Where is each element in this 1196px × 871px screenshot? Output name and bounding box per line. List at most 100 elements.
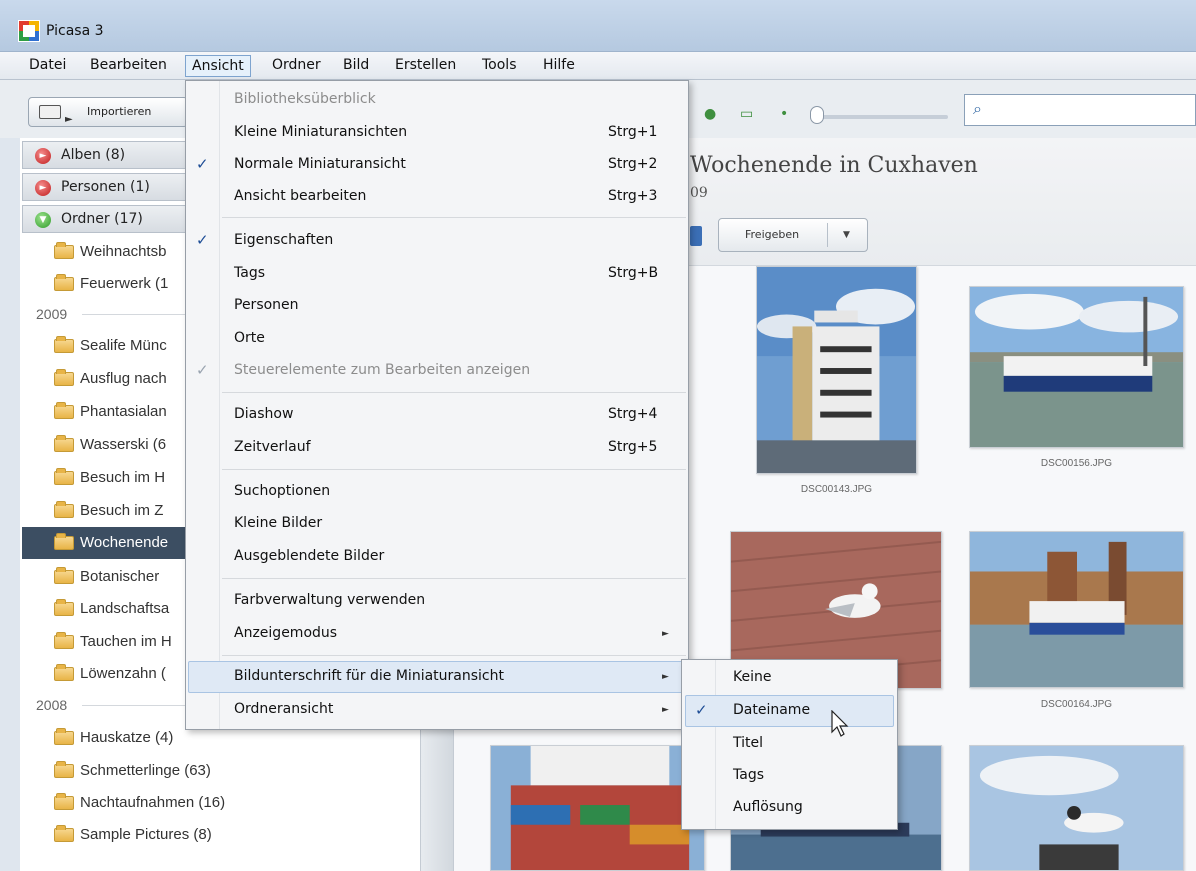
import-button[interactable]: ► Importieren [28, 97, 188, 127]
folder-icon [54, 533, 74, 550]
menu-item-thumbnail-caption[interactable]: Bildunterschrift für die Miniaturansicht [234, 668, 504, 684]
menu-item-small-pictures[interactable]: Kleine Bilder [234, 515, 322, 531]
folder-icon [54, 242, 74, 259]
caption-submenu: Keine ✓ Dateiname Titel Tags Auflösung [681, 659, 898, 830]
section-label: Ordner (17) [61, 211, 143, 227]
magnifier-icon: ⌕ [973, 99, 982, 118]
photo-caption: DSC00156.JPG [1040, 458, 1113, 469]
view-tool-icons: ● ▭ • [696, 106, 816, 128]
photo-thumbnail[interactable] [490, 745, 705, 871]
share-button[interactable]: Freigeben ▼ [718, 218, 868, 252]
play-arrow-icon: ► [65, 114, 73, 125]
menu-item-hidden-pictures[interactable]: Ausgeblendete Bilder [234, 548, 384, 564]
menu-item-properties[interactable]: Eigenschaften [234, 232, 333, 248]
folder-icon [54, 728, 74, 745]
menu-item-library-overview: Bibliotheksüberblick [234, 91, 376, 107]
submenu-arrow-icon: ► [662, 705, 669, 715]
menu-item-color-management[interactable]: Farbverwaltung verwenden [234, 592, 425, 608]
photo-thumbnail[interactable] [756, 266, 917, 474]
mouse-pointer-icon [831, 710, 849, 737]
album-title: Wochenende in Cuxhaven [690, 153, 978, 178]
folder-icon [54, 567, 74, 584]
folder-icon [54, 599, 74, 616]
screen-icon[interactable]: ▭ [740, 106, 753, 122]
folder-icon [54, 336, 74, 353]
window-title: Picasa 3 [46, 23, 104, 39]
menu-item-display-mode[interactable]: Anzeigemodus [234, 625, 337, 641]
menu-erstellen[interactable]: Erstellen [389, 55, 462, 77]
submenu-item-resolution[interactable]: Auflösung [733, 799, 803, 815]
menu-hilfe[interactable]: Hilfe [537, 55, 581, 77]
folder-icon [54, 435, 74, 452]
menu-bild[interactable]: Bild [337, 55, 375, 77]
folder-icon [54, 468, 74, 485]
check-icon: ✓ [695, 701, 708, 719]
menu-tools[interactable]: Tools [476, 55, 523, 77]
expand-arrow-icon[interactable]: ► [35, 148, 51, 164]
folder-icon [54, 501, 74, 518]
menu-datei[interactable]: Datei [23, 55, 72, 77]
menu-bar: Datei Bearbeiten Ansicht Ordner Bild Ers… [0, 52, 1196, 80]
menu-ordner[interactable]: Ordner [266, 55, 327, 77]
picasa-logo-icon [18, 20, 40, 42]
menu-item-search-options[interactable]: Suchoptionen [234, 483, 330, 499]
menu-item-small-thumbnails[interactable]: Kleine Miniaturansichten [234, 124, 407, 140]
shortcut-strg-b: Strg+B [608, 265, 659, 281]
submenu-item-title[interactable]: Titel [733, 735, 763, 751]
search-box[interactable]: ⌕ [964, 94, 1196, 126]
zoom-slider[interactable] [818, 115, 948, 119]
view-menu: Bibliotheksüberblick Kleine Miniaturansi… [185, 80, 689, 730]
submenu-arrow-icon: ► [662, 672, 669, 682]
menu-item-folder-view[interactable]: Ordneransicht [234, 701, 333, 717]
album-date: 09 [690, 185, 708, 201]
zoom-slider-knob[interactable] [810, 106, 824, 124]
photo-thumbnail[interactable] [969, 531, 1184, 688]
submenu-item-filename[interactable]: Dateiname [733, 702, 810, 718]
menu-item-timeline[interactable]: Zeitverlauf [234, 439, 311, 455]
menu-item-tags[interactable]: Tags [234, 265, 265, 281]
check-icon: ✓ [196, 361, 209, 379]
collapse-arrow-icon[interactable]: ▼ [35, 212, 51, 228]
menu-item-places[interactable]: Orte [234, 330, 265, 346]
upload-icon[interactable] [690, 226, 702, 246]
folder-icon [54, 793, 74, 810]
picasa-window: Picasa 3 Datei Bearbeiten Ansicht Ordner… [0, 0, 1196, 871]
check-icon: ✓ [196, 231, 209, 249]
photo-caption: DSC00143.JPG [800, 484, 873, 495]
menu-item-edit-view[interactable]: Ansicht bearbeiten [234, 188, 366, 204]
submenu-item-tags[interactable]: Tags [733, 767, 764, 783]
menu-item-people[interactable]: Personen [234, 297, 299, 313]
camera-icon [39, 105, 61, 119]
menu-item-show-edit-controls: Steuerelemente zum Bearbeiten anzeigen [234, 362, 531, 378]
menu-ansicht[interactable]: Ansicht [185, 55, 251, 77]
shortcut-strg-2: Strg+2 [608, 156, 658, 172]
folder-item[interactable]: Nachtaufnahmen (16) [22, 787, 420, 819]
photo-thumbnail[interactable] [969, 286, 1184, 448]
menu-item-normal-thumbnail[interactable]: Normale Miniaturansicht [234, 156, 406, 172]
share-label: Freigeben [745, 228, 800, 241]
photo-thumbnail[interactable] [969, 745, 1184, 871]
folder-icon [54, 825, 74, 842]
submenu-item-none[interactable]: Keine [733, 669, 771, 685]
expand-arrow-icon[interactable]: ► [35, 180, 51, 196]
search-input[interactable] [997, 99, 1187, 121]
folder-icon [54, 761, 74, 778]
folder-icon [54, 274, 74, 291]
person-icon[interactable]: ● [704, 106, 716, 122]
folder-item[interactable]: Schmetterlinge (63) [22, 755, 420, 787]
import-label: Importieren [87, 105, 152, 118]
shortcut-strg-1: Strg+1 [608, 124, 658, 140]
folder-item[interactable]: Sample Pictures (8) [22, 819, 420, 851]
map-pin-icon[interactable]: • [780, 106, 788, 122]
photo-caption: DSC00164.JPG [1040, 699, 1113, 710]
shortcut-strg-5: Strg+5 [608, 439, 658, 455]
dropdown-arrow-icon[interactable]: ▼ [843, 219, 850, 251]
folder-icon [54, 402, 74, 419]
folder-icon [54, 632, 74, 649]
menu-bearbeiten[interactable]: Bearbeiten [84, 55, 173, 77]
menu-item-slideshow[interactable]: Diashow [234, 406, 293, 422]
folder-icon [54, 664, 74, 681]
shortcut-strg-4: Strg+4 [608, 406, 658, 422]
check-icon: ✓ [196, 155, 209, 173]
section-label: Alben (8) [61, 147, 126, 163]
